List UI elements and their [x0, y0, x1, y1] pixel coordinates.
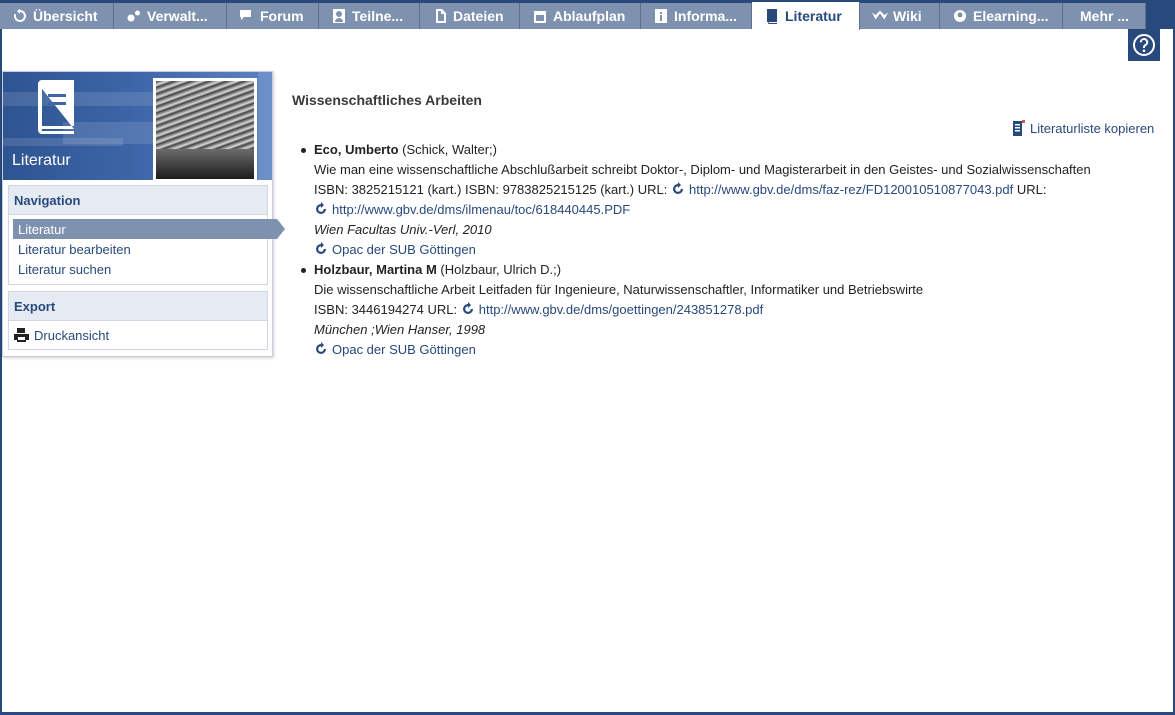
tab-bar: Übersicht Verwalt... Forum Teilne... Dat… — [0, 0, 1175, 30]
external-link-icon — [461, 302, 475, 316]
sidebar-header: Literatur — [3, 72, 272, 180]
opac-link[interactable]: Opac der SUB Göttingen — [314, 342, 476, 357]
external-link[interactable]: http://www.gbv.de/dms/goettingen/2438512… — [461, 302, 763, 317]
tab-files[interactable]: Dateien — [420, 3, 520, 29]
list-item: Eco, Umberto (Schick, Walter;) Wie man e… — [301, 140, 1164, 260]
elearning-icon — [952, 8, 968, 24]
literature-list: Eco, Umberto (Schick, Walter;) Wie man e… — [301, 140, 1164, 360]
entry-publisher: Wien Facultas Univ.-Verl, 2010 — [314, 222, 492, 237]
tab-info[interactable]: Informa... — [641, 3, 752, 29]
external-link-icon — [314, 202, 328, 216]
external-link[interactable]: http://www.gbv.de/dms/faz-rez/FD12001051… — [671, 182, 1013, 197]
tab-label: Literatur — [785, 8, 842, 24]
tab-literature[interactable]: Literatur — [752, 2, 860, 30]
entry-author: Eco, Umberto — [314, 142, 399, 157]
schedule-icon — [532, 8, 548, 24]
entry-publisher: München ;Wien Hanser, 1998 — [314, 322, 486, 337]
tab-label: Dateien — [453, 8, 504, 24]
main-content: Wissenschaftliches Arbeiten Literaturlis… — [292, 92, 1162, 357]
copy-list-link[interactable]: Literaturliste kopieren — [1012, 120, 1154, 136]
sidebar-title: Literatur — [12, 152, 71, 169]
tab-wiki[interactable]: Wiki — [860, 3, 940, 29]
print-view-link[interactable]: Druckansicht — [9, 321, 267, 349]
tab-more[interactable]: Mehr ... — [1063, 3, 1146, 29]
tab-label: Verwalt... — [147, 8, 208, 24]
entry-isbn: ISBN: 3825215121 (kart.) ISBN: 978382521… — [314, 182, 668, 197]
entry-url-label: URL: — [1016, 182, 1047, 197]
print-icon — [14, 328, 29, 342]
external-link-icon — [671, 182, 685, 196]
navigation-section: Navigation Literatur Literatur bearbeite… — [8, 185, 285, 285]
tab-admin[interactable]: Verwalt... — [114, 3, 227, 29]
entry-editors: (Holzbaur, Ulrich D.;) — [440, 262, 562, 277]
export-heading: Export — [9, 292, 267, 321]
list-item: Holzbaur, Martina M (Holzbaur, Ulrich D.… — [301, 260, 1164, 360]
entry-title: Wie man eine wissenschaftliche Abschlußa… — [314, 162, 1091, 177]
tab-elearning[interactable]: Elearning... — [940, 3, 1063, 29]
tab-label: Ablaufplan — [553, 8, 626, 24]
external-link-icon — [314, 342, 328, 356]
tab-label: Mehr ... — [1080, 8, 1130, 24]
export-section: Export Druckansicht — [8, 291, 268, 350]
copy-list-icon — [1013, 120, 1025, 136]
entry-author: Holzbaur, Martina M — [314, 262, 437, 277]
entry-isbn: ISBN: 3446194274 URL: — [314, 302, 458, 317]
lecture-hall-photo — [153, 78, 257, 180]
files-icon — [432, 8, 448, 24]
info-icon — [653, 8, 669, 24]
tab-label: Informa... — [674, 8, 738, 24]
wiki-icon — [872, 8, 888, 24]
participants-icon — [331, 8, 347, 24]
overview-icon — [12, 8, 28, 24]
admin-icon — [126, 8, 142, 24]
tab-overview[interactable]: Übersicht — [0, 3, 114, 29]
entry-editors: (Schick, Walter;) — [402, 142, 497, 157]
tab-schedule[interactable]: Ablaufplan — [520, 3, 641, 29]
nav-literature[interactable]: Literatur — [13, 219, 285, 239]
forum-icon — [239, 8, 255, 24]
tab-label: Wiki — [893, 8, 922, 24]
book-icon — [764, 8, 780, 24]
help-button[interactable] — [1128, 29, 1160, 61]
external-link[interactable]: http://www.gbv.de/dms/ilmenau/toc/618440… — [314, 202, 630, 217]
page-title: Wissenschaftliches Arbeiten — [292, 92, 482, 108]
external-link-icon — [314, 242, 328, 256]
tab-label: Übersicht — [33, 8, 98, 24]
tab-label: Forum — [260, 8, 304, 24]
opac-link[interactable]: Opac der SUB Göttingen — [314, 242, 476, 257]
copy-list-label: Literaturliste kopieren — [1030, 120, 1155, 136]
book-icon — [34, 80, 78, 139]
nav-edit-literature[interactable]: Literatur bearbeiten — [9, 239, 267, 259]
help-icon — [1133, 34, 1155, 56]
entry-title: Die wissenschaftliche Arbeit Leitfaden f… — [314, 282, 924, 297]
tab-label: Elearning... — [973, 8, 1049, 24]
sidebar: Literatur Navigation Literatur Literatur… — [2, 71, 285, 357]
tab-forum[interactable]: Forum — [227, 3, 319, 29]
navigation-heading: Navigation — [9, 186, 267, 215]
tab-label: Teilne... — [352, 8, 404, 24]
nav-search-literature[interactable]: Literatur suchen — [9, 259, 267, 279]
tab-participants[interactable]: Teilne... — [319, 3, 420, 29]
print-view-label: Druckansicht — [34, 327, 110, 343]
